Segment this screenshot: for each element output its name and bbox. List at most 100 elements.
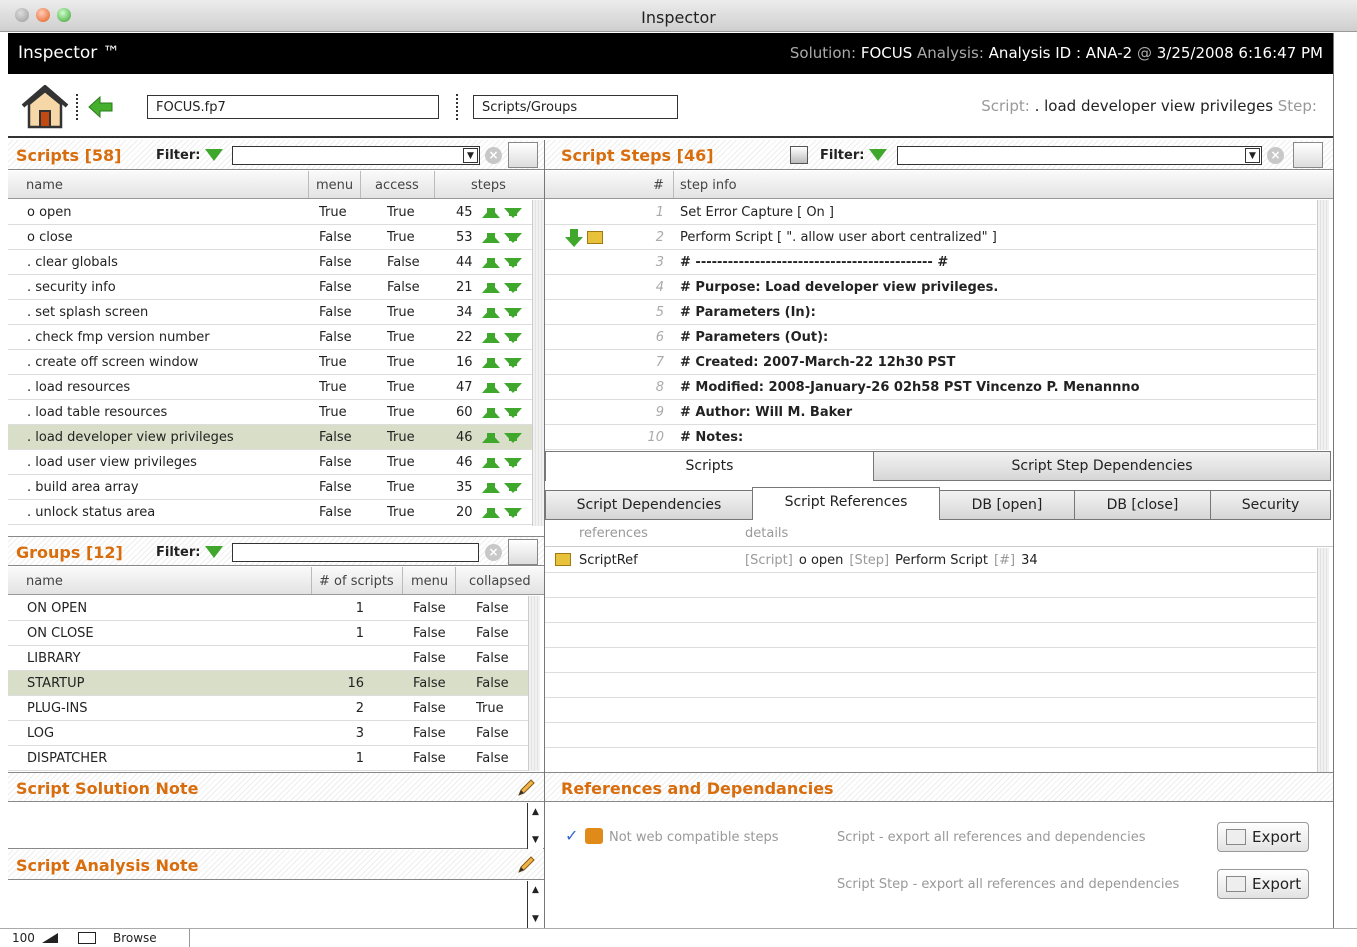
back-arrow-icon[interactable] xyxy=(88,95,114,119)
note-scrollbar[interactable]: ▲ ▼ xyxy=(527,803,543,849)
clear-filter-icon[interactable]: × xyxy=(485,544,502,561)
group-row[interactable]: ON OPEN 1 False False xyxy=(8,596,528,621)
pencil-icon[interactable] xyxy=(516,778,536,798)
col-menu[interactable]: menu xyxy=(411,574,448,589)
group-row[interactable]: LIBRARY False False xyxy=(8,646,528,671)
web-compatible-checkbox[interactable]: ✓ xyxy=(565,828,581,844)
script-row[interactable]: . unlock status area False True 20 xyxy=(8,500,532,525)
grid-view-icon[interactable] xyxy=(1293,142,1323,168)
tab-script-step-dependencies[interactable]: Script Step Dependencies xyxy=(873,451,1331,481)
zoom-level[interactable]: 100 xyxy=(12,931,35,945)
references-scrollbar[interactable] xyxy=(1317,548,1329,772)
tab-security[interactable]: Security xyxy=(1210,490,1331,520)
file-field[interactable]: FOCUS.fp7 xyxy=(147,95,439,119)
group-row[interactable]: STARTUP 16 False False xyxy=(8,671,528,696)
col-collapsed[interactable]: collapsed xyxy=(469,574,531,589)
scroll-up-icon[interactable]: ▲ xyxy=(529,805,542,819)
groups-filter-input[interactable] xyxy=(232,543,479,562)
script-row[interactable]: o close False True 53 xyxy=(8,225,532,250)
move-down-icon[interactable] xyxy=(482,403,522,422)
col-step-number[interactable]: # xyxy=(653,178,664,193)
script-row[interactable]: . clear globals False False 44 xyxy=(8,250,532,275)
tab-db-close[interactable]: DB [close] xyxy=(1074,490,1211,520)
clear-filter-icon[interactable]: × xyxy=(485,147,502,164)
pencil-icon[interactable] xyxy=(516,855,536,875)
steps-scrollbar[interactable] xyxy=(1317,200,1329,450)
tab-scripts[interactable]: Scripts xyxy=(545,451,874,481)
step-row[interactable]: 8 # Modified: 2008-January-26 02h58 PST V… xyxy=(545,375,1316,400)
move-down-icon[interactable] xyxy=(482,428,522,447)
reorder-arrows[interactable] xyxy=(482,228,522,247)
note-scrollbar[interactable]: ▲ ▼ xyxy=(527,881,543,928)
move-down-icon[interactable] xyxy=(482,278,522,297)
col-name[interactable]: name xyxy=(26,574,63,589)
step-row[interactable]: 3 # -------------------------------------… xyxy=(545,250,1316,275)
step-row[interactable]: 5 # Parameters (In): xyxy=(545,300,1316,325)
step-row[interactable]: 10 # Notes: xyxy=(545,425,1316,450)
move-down-icon[interactable] xyxy=(482,378,522,397)
tab-db-open[interactable]: DB [open] xyxy=(939,490,1075,520)
scripts-filter-input[interactable]: ▼ xyxy=(232,146,480,165)
script-row[interactable]: . create off screen window True True 16 xyxy=(8,350,532,375)
reorder-arrows[interactable] xyxy=(482,503,522,522)
move-down-icon[interactable] xyxy=(482,203,522,222)
reorder-arrows[interactable] xyxy=(482,303,522,322)
move-down-icon[interactable] xyxy=(482,253,522,272)
step-row[interactable]: 6 # Parameters (Out): xyxy=(545,325,1316,350)
step-row[interactable]: 4 # Purpose: Load developer view privileg… xyxy=(545,275,1316,300)
home-icon[interactable] xyxy=(20,84,70,130)
reorder-arrows[interactable] xyxy=(482,278,522,297)
step-row[interactable]: 7 # Created: 2007-March-22 12h30 PST xyxy=(545,350,1316,375)
reorder-arrows[interactable] xyxy=(482,378,522,397)
script-row[interactable]: . load table resources True True 60 xyxy=(8,400,532,425)
zoom-icon[interactable] xyxy=(42,933,58,943)
col-script-count[interactable]: # of scripts xyxy=(319,574,394,589)
script-row[interactable]: o open True True 45 xyxy=(8,200,532,225)
move-down-icon[interactable] xyxy=(482,303,522,322)
group-row[interactable]: DISPATCHER 1 False False xyxy=(8,746,528,771)
script-row[interactable]: . security info False False 21 xyxy=(8,275,532,300)
group-row[interactable]: LOG 3 False False xyxy=(8,721,528,746)
move-down-icon[interactable] xyxy=(482,503,522,522)
clear-filter-icon[interactable]: × xyxy=(1267,147,1284,164)
move-down-icon[interactable] xyxy=(482,353,522,372)
move-down-icon[interactable] xyxy=(482,453,522,472)
reorder-arrows[interactable] xyxy=(482,203,522,222)
scroll-up-icon[interactable]: ▲ xyxy=(529,883,542,897)
step-row[interactable]: 9 # Author: Will M. Baker xyxy=(545,400,1316,425)
export-script-button[interactable]: Export xyxy=(1217,822,1309,852)
reorder-arrows[interactable] xyxy=(482,453,522,472)
col-menu[interactable]: menu xyxy=(316,178,353,193)
groups-scrollbar[interactable] xyxy=(528,596,540,771)
col-step-info[interactable]: step info xyxy=(680,178,737,193)
dropdown-arrow-icon[interactable]: ▼ xyxy=(1245,148,1260,163)
scroll-down-icon[interactable]: ▼ xyxy=(529,912,542,926)
script-row[interactable]: . check fmp version number False True 22 xyxy=(8,325,532,350)
reorder-arrows[interactable] xyxy=(482,403,522,422)
group-row[interactable]: ON CLOSE 1 False False xyxy=(8,621,528,646)
col-name[interactable]: name xyxy=(26,178,63,193)
script-row[interactable]: . load resources True True 47 xyxy=(8,375,532,400)
grid-view-icon[interactable] xyxy=(508,539,538,565)
reorder-arrows[interactable] xyxy=(482,428,522,447)
dropdown-arrow-icon[interactable]: ▼ xyxy=(463,148,478,163)
col-steps[interactable]: steps xyxy=(471,178,506,193)
move-down-icon[interactable] xyxy=(482,228,522,247)
mode-label[interactable]: Browse xyxy=(104,929,190,947)
move-down-icon[interactable] xyxy=(482,478,522,497)
tab-script-references[interactable]: Script References xyxy=(752,487,940,520)
script-row[interactable]: . load developer view privileges False Tru… xyxy=(8,425,532,450)
script-row[interactable]: . build area array False True 35 xyxy=(8,475,532,500)
step-row[interactable]: 1 Set Error Capture [ On ] xyxy=(545,200,1316,225)
reorder-arrows[interactable] xyxy=(482,353,522,372)
analysis-note-field[interactable]: ▲ ▼ xyxy=(8,881,544,928)
reorder-arrows[interactable] xyxy=(482,478,522,497)
script-row[interactable]: . set splash screen False True 34 xyxy=(8,300,532,325)
copy-icon[interactable] xyxy=(790,146,808,164)
steps-filter-input[interactable]: ▼ xyxy=(897,146,1262,165)
move-down-icon[interactable] xyxy=(482,328,522,347)
step-row[interactable]: 2 Perform Script [ ". allow user abort ce… xyxy=(545,225,1316,250)
script-row[interactable]: . load user view privileges False True 46 xyxy=(8,450,532,475)
go-to-script-icon[interactable] xyxy=(565,229,605,247)
reorder-arrows[interactable] xyxy=(482,253,522,272)
